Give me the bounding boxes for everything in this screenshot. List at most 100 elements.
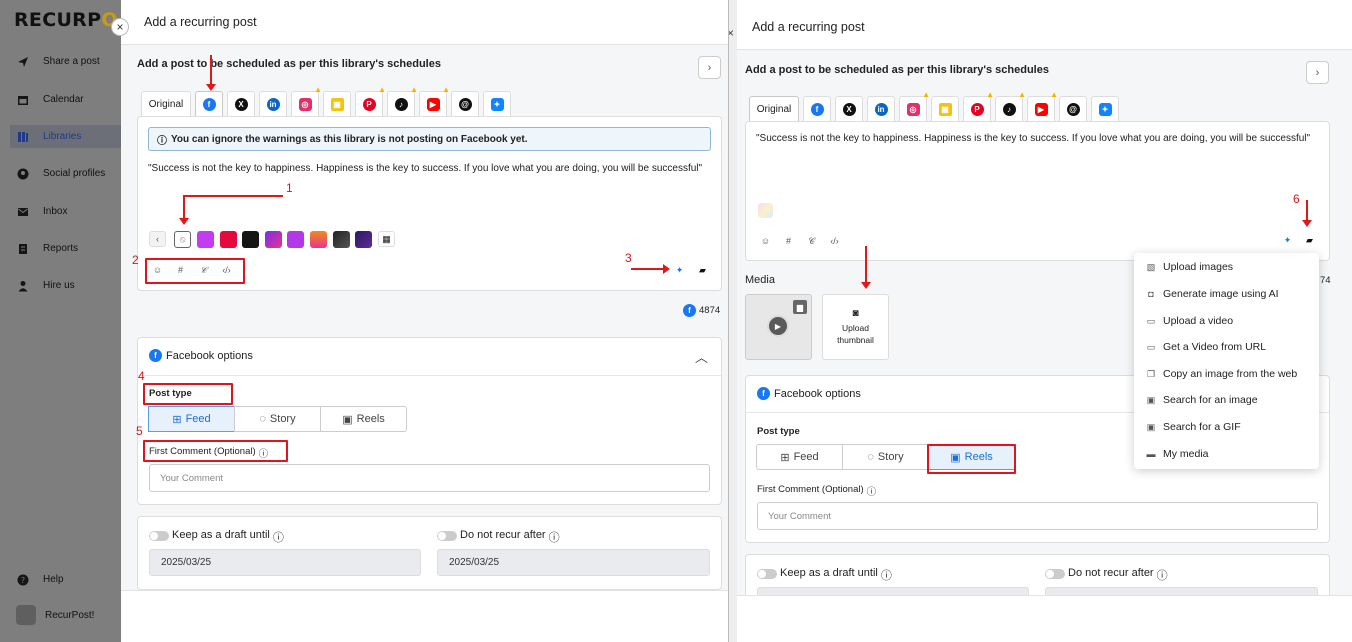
chevron-up-icon[interactable]: ︿ [695, 347, 708, 366]
menu-item-search-image[interactable]: ▣ Search for an image [1146, 394, 1258, 406]
all-backgrounds-icon[interactable]: ▦ [378, 231, 395, 247]
tab-tiktok[interactable]: ♪ ▲ [387, 85, 418, 116]
warning-icon: ▲ [378, 85, 386, 94]
norecur-toggle[interactable] [1045, 569, 1065, 579]
sidebar-account[interactable]: RecurPost! [16, 605, 121, 625]
media-icon[interactable]: ▰ [694, 262, 711, 278]
close-dialog-button[interactable]: × [111, 18, 129, 36]
play-icon[interactable]: ▶ [767, 315, 789, 337]
sidebar-item-help[interactable]: ? Help [16, 573, 121, 586]
menu-item-copy-image-web[interactable]: ❐ Copy an image from the web [1146, 368, 1297, 380]
dialog-subtitle: Add a post to be scheduled as per this l… [137, 58, 441, 70]
tab-youtube[interactable]: ▶ ▲ [1027, 90, 1058, 121]
background-swatch[interactable] [355, 231, 372, 248]
tab-original[interactable]: Original [749, 96, 799, 121]
tab-threads[interactable]: @ [1059, 96, 1087, 121]
menu-item-video-url[interactable]: ▭ Get a Video from URL [1146, 341, 1266, 353]
upload-thumbnail-button[interactable]: ◙ Upload thumbnail [822, 294, 889, 360]
background-swatch[interactable] [197, 231, 214, 248]
tab-bluesky[interactable]: ✦ [483, 91, 511, 116]
tab-pinterest[interactable]: P ▲ [963, 90, 994, 121]
swatch-prev-button[interactable]: ‹ [149, 231, 166, 247]
video-icon: ▭ [1146, 315, 1156, 326]
no-background-swatch[interactable]: ⦸ [174, 231, 191, 248]
menu-item-upload-video[interactable]: ▭ Upload a video [1146, 315, 1233, 327]
code-icon[interactable]: ‹/› [826, 233, 843, 249]
sidebar-item-calendar[interactable]: Calendar [16, 93, 121, 106]
trash-icon[interactable]: ▆ [793, 300, 807, 314]
post-text[interactable]: "Success is not the key to happiness. Ha… [756, 133, 1310, 144]
norecur-date-input[interactable]: 2025/03/25 [437, 549, 710, 576]
tab-x[interactable]: X [835, 96, 863, 121]
draft-date-input[interactable]: 2025/03/25 [149, 549, 421, 576]
sidebar-item-inbox[interactable]: Inbox [16, 205, 121, 218]
norecur-toggle[interactable] [437, 531, 457, 541]
tab-google-business[interactable]: ▦ [931, 96, 959, 121]
draft-label: Keep as a draft until ⓘ [780, 567, 892, 582]
warning-icon: ▲ [442, 85, 450, 94]
tab-linkedin[interactable]: in [867, 96, 895, 121]
tab-bluesky[interactable]: ✦ [1091, 96, 1119, 121]
tab-instagram[interactable]: ◎ ▲ [291, 85, 322, 116]
first-comment-input[interactable]: Your Comment [149, 464, 710, 492]
background-swatch[interactable] [310, 231, 327, 248]
annotation-box [145, 258, 245, 284]
sidebar-item-share-post[interactable]: Share a post [16, 55, 121, 68]
media-icon[interactable]: ▰ [1301, 232, 1318, 248]
menu-item-search-gif[interactable]: ▣ Search for a GIF [1146, 421, 1241, 433]
ban-icon: ⦸ [179, 234, 186, 244]
tab-google-business[interactable]: ▦ [323, 91, 351, 116]
tab-tiktok[interactable]: ♪ ▲ [995, 90, 1026, 121]
tab-x[interactable]: X [227, 91, 255, 116]
post-type-feed[interactable]: ⊞ Feed [148, 406, 235, 432]
menu-item-my-media[interactable]: ▬ My media [1146, 448, 1209, 460]
menu-item-upload-images[interactable]: ▧ Upload images [1146, 261, 1233, 273]
background-swatch[interactable] [242, 231, 259, 248]
user-circle-icon [16, 167, 29, 180]
background-swatch[interactable] [333, 231, 350, 248]
tab-instagram[interactable]: ◎ ▲ [899, 90, 930, 121]
draft-toggle[interactable] [757, 569, 777, 579]
next-button[interactable]: › [1306, 61, 1329, 84]
ai-sparkle-icon[interactable]: ✦ [671, 262, 688, 278]
dialog-subtitle: Add a post to be scheduled as per this l… [745, 64, 1049, 76]
facebook-icon: f [810, 102, 824, 116]
menu-item-generate-ai[interactable]: ◘ Generate image using AI [1146, 288, 1278, 300]
facebook-icon: f [757, 387, 770, 400]
info-icon: ⓘ [1156, 570, 1168, 582]
hashtag-icon[interactable]: # [780, 233, 797, 249]
background-swatch[interactable] [265, 231, 282, 248]
close-icon[interactable]: × [729, 26, 734, 40]
first-comment-input[interactable]: Your Comment [757, 502, 1318, 530]
background-swatch[interactable] [220, 231, 237, 248]
tab-pinterest[interactable]: P ▲ [355, 85, 386, 116]
ai-sparkle-icon[interactable]: ✦ [1279, 232, 1296, 248]
tab-facebook[interactable]: f [803, 96, 831, 121]
font-style-icon[interactable]: 𝒞 [803, 233, 820, 249]
sidebar-item-libraries[interactable]: Libraries [16, 130, 121, 143]
tab-youtube[interactable]: ▶ ▲ [419, 85, 450, 116]
emoji-icon[interactable]: ☺ [757, 233, 774, 249]
video-thumbnail[interactable]: ▶ ▆ [745, 294, 812, 360]
facebook-options-title[interactable]: f Facebook options [149, 349, 253, 362]
facebook-icon: f [149, 349, 162, 362]
post-type-reels[interactable]: ▣ Reels [320, 406, 407, 432]
tab-facebook[interactable]: f [195, 91, 223, 116]
tab-original[interactable]: Original [141, 91, 191, 116]
post-type-feed[interactable]: ⊞ Feed [756, 444, 843, 470]
tab-threads[interactable]: @ [451, 91, 479, 116]
dialog-title: Add a recurring post [752, 20, 865, 34]
background-swatch[interactable] [287, 231, 304, 248]
next-button[interactable]: › [698, 56, 721, 79]
tab-linkedin[interactable]: in [259, 91, 287, 116]
ai-image-icon[interactable] [758, 203, 773, 218]
post-type-story[interactable]: ◌ Story [842, 444, 929, 470]
sidebar-item-reports[interactable]: Reports [16, 242, 121, 255]
dialog-title: Add a recurring post [144, 15, 257, 29]
facebook-options-title[interactable]: f Facebook options [757, 387, 861, 400]
draft-toggle[interactable] [149, 531, 169, 541]
post-type-story[interactable]: ◌ Story [234, 406, 321, 432]
post-text[interactable]: "Success is not the key to happiness. Ha… [148, 163, 702, 174]
sidebar-item-hire-us[interactable]: Hire us [16, 279, 121, 292]
sidebar-item-social-profiles[interactable]: Social profiles [16, 167, 121, 180]
